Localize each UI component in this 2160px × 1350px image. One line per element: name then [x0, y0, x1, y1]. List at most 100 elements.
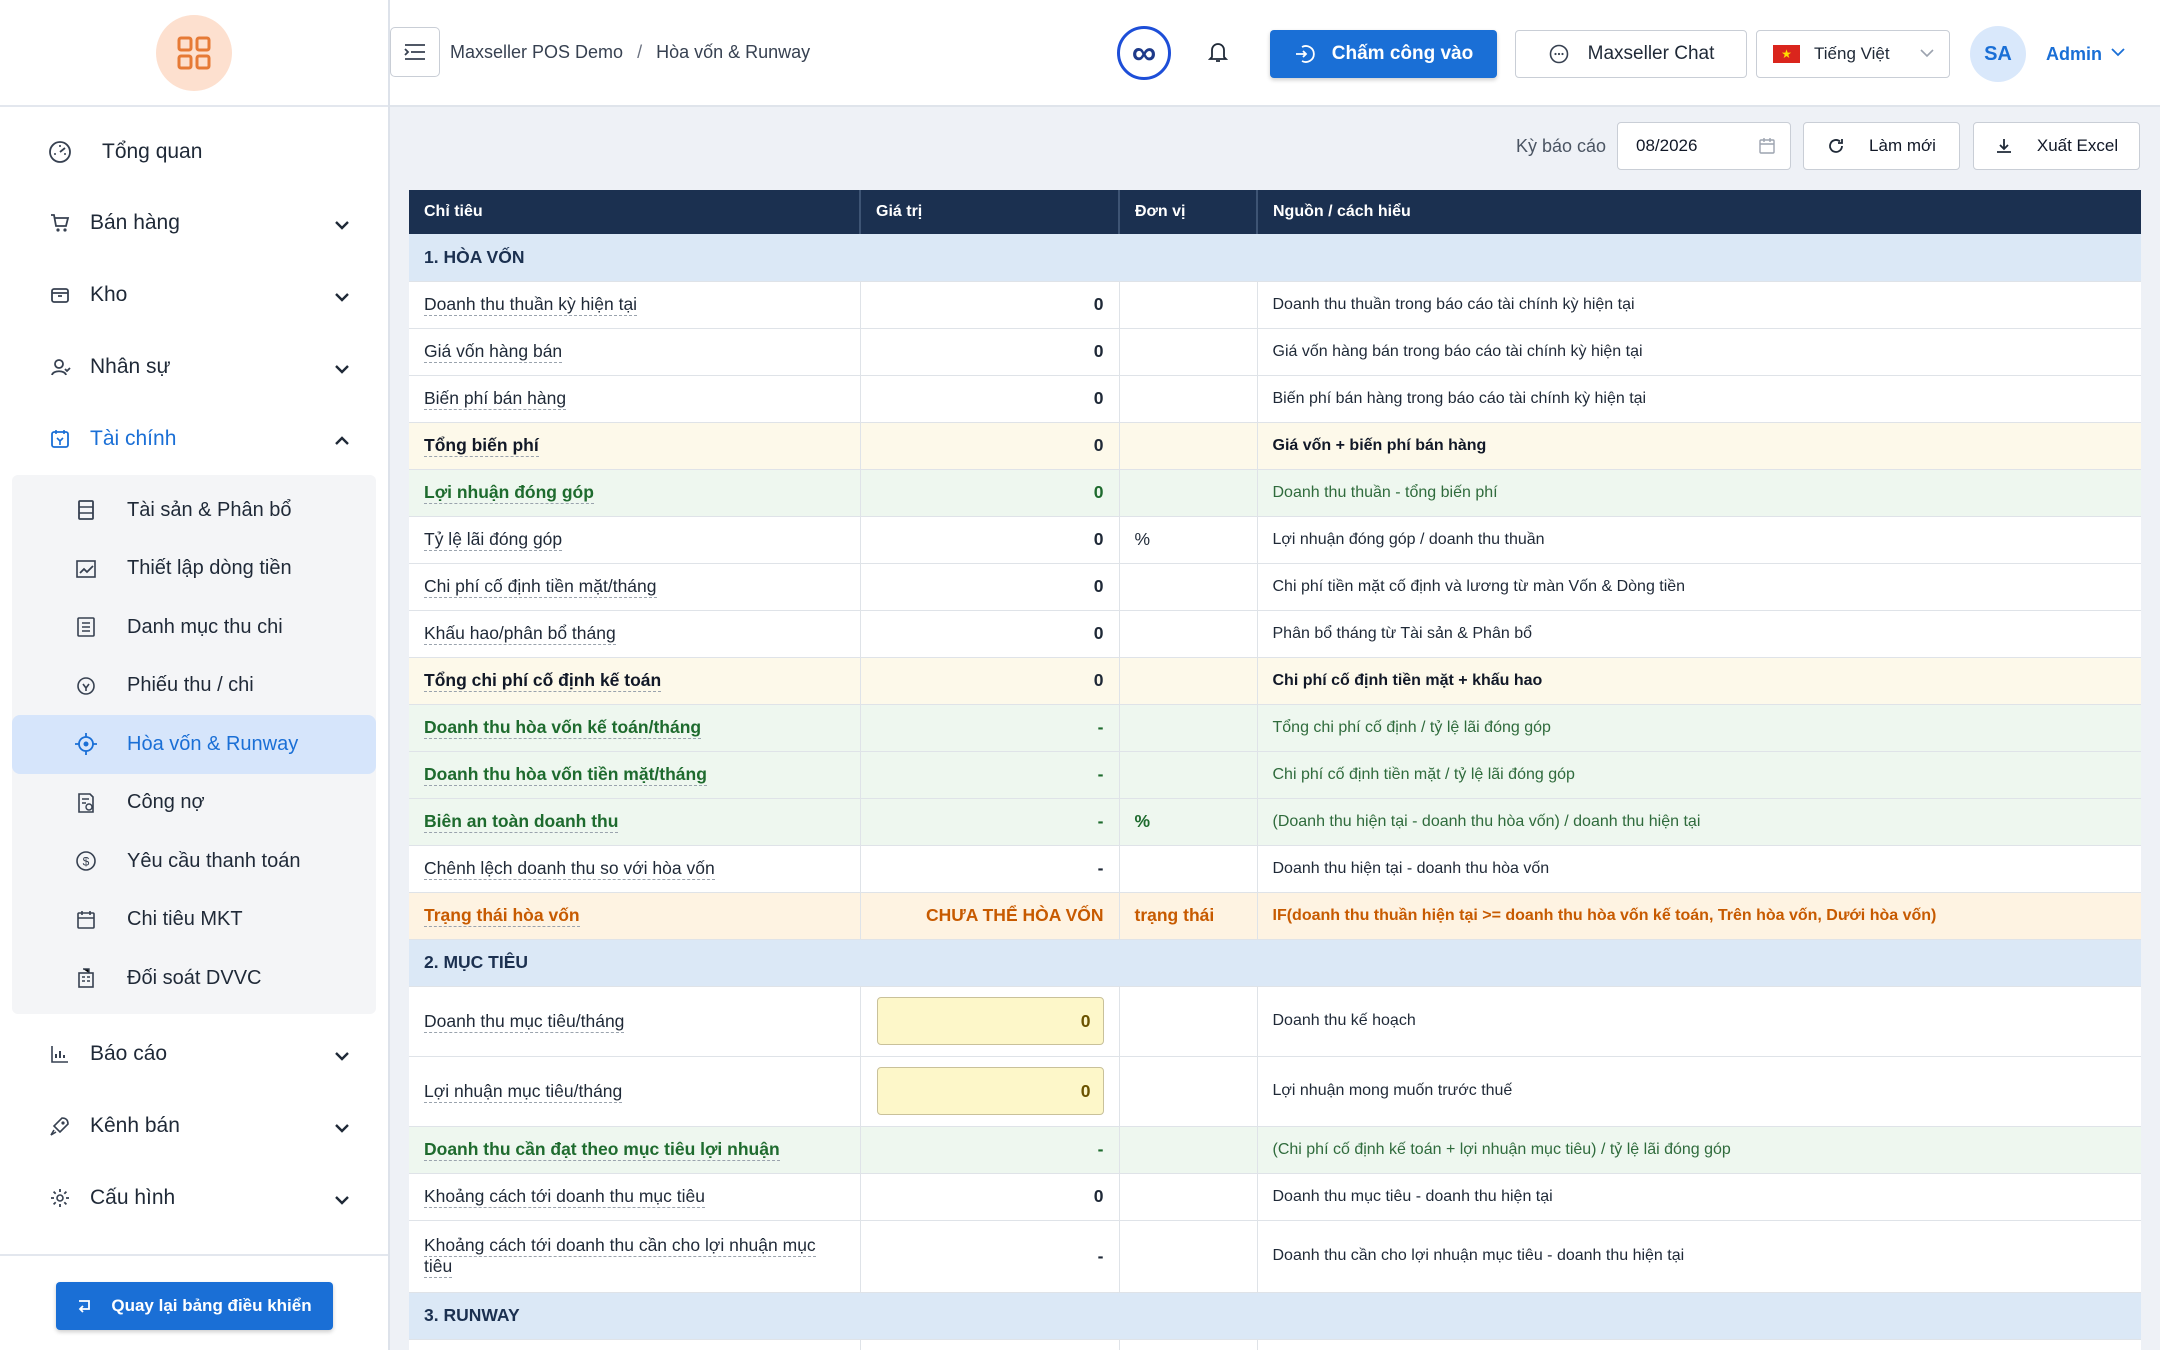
sidebar-item-categories[interactable]: Danh mục thu chi: [12, 598, 376, 657]
back-button-label: Quay lại bảng điều khiển: [111, 1296, 312, 1315]
metric-name[interactable]: Tổng chi phí cố định kế toán: [424, 670, 662, 692]
metric-name[interactable]: Khoảng cách tới doanh thu mục tiêu: [424, 1186, 705, 1208]
period-picker[interactable]: 08/2026: [1617, 122, 1791, 170]
metric-name[interactable]: Doanh thu hòa vốn tiền mặt/tháng: [424, 764, 707, 786]
metric-name[interactable]: Chi phí cố định tiền mặt/tháng: [424, 576, 657, 598]
sidebar-item-label: Tài chính: [90, 427, 177, 450]
breadcrumb-root[interactable]: Maxseller POS Demo: [450, 42, 623, 62]
export-excel-button[interactable]: Xuất Excel: [1973, 122, 2140, 170]
metric-unit: [1119, 375, 1258, 423]
metric-value-cell: -: [860, 845, 1120, 893]
user-menu[interactable]: Admin: [2046, 44, 2126, 65]
metric-value-cell: -: [860, 1220, 1120, 1293]
metric-name[interactable]: Lợi nhuận mục tiêu/tháng: [424, 1080, 623, 1103]
language-select[interactable]: ★ Tiếng Việt: [1756, 30, 1950, 78]
metric-name[interactable]: Doanh thu mục tiêu/tháng: [424, 1010, 625, 1033]
app-logo[interactable]: [156, 14, 232, 91]
chat-bubble-icon: [1548, 43, 1570, 65]
sidebar-item-vouchers[interactable]: Phiếu thu / chi: [12, 657, 376, 716]
metric-name[interactable]: Khoảng cách tới doanh thu cần cho lợi nh…: [424, 1235, 816, 1278]
infinity-logo-button[interactable]: ∞: [1117, 26, 1171, 80]
metric-source: Doanh thu thuần - tổng biến phí: [1257, 469, 2141, 517]
table-row: Khấu hao/phân bổ tháng 0 Phân bổ tháng từ …: [409, 610, 2141, 658]
bell-icon[interactable]: [1207, 40, 1229, 69]
metric-name-cell: Khoảng cách tới doanh thu cần cho lợi nh…: [409, 1220, 861, 1293]
sidebar-item-label: Đối soát DVVC: [127, 966, 262, 989]
period-value: 08/2026: [1636, 136, 1698, 155]
metric-name[interactable]: Lợi nhuận đóng góp: [424, 482, 594, 504]
sidebar-item-hr[interactable]: Nhân sự: [0, 331, 388, 403]
metric-name-cell: Doanh thu hòa vốn tiền mặt/tháng: [409, 751, 861, 799]
sidebar-item-mkt-spend[interactable]: Chi tiêu MKT: [12, 891, 376, 950]
metric-source: Phân bổ tháng từ Tài sản & Phân bổ: [1257, 610, 2141, 658]
metric-name[interactable]: Biên an toàn doanh thu: [424, 811, 619, 833]
sidebar-item-assets[interactable]: Tài sản & Phân bổ: [12, 481, 376, 540]
checkin-button[interactable]: Chấm công vào: [1270, 30, 1497, 78]
metric-name[interactable]: Chênh lệch doanh thu so với hòa vốn: [424, 858, 715, 880]
sidebar-item-payment-requests[interactable]: $ Yêu cầu thanh toán: [12, 832, 376, 891]
metric-unit: [1119, 1056, 1258, 1127]
sidebar-item-label: Bán hàng: [90, 211, 180, 234]
table-row: Khoảng cách tới doanh thu cần cho lợi nh…: [409, 1220, 2141, 1293]
metric-source: IF(doanh thu thuần hiện tại >= doanh thu…: [1257, 892, 2141, 940]
target-input[interactable]: 0: [876, 1067, 1104, 1115]
download-icon: [1995, 137, 2013, 155]
metric-name[interactable]: Trạng thái hòa vốn: [424, 905, 580, 927]
finance-submenu: Tài sản & Phân bổ Thiết lập dòng tiền Da…: [12, 475, 376, 1014]
metric-name[interactable]: Tỷ lệ lãi đóng góp: [424, 529, 563, 551]
metric-source: Giá vốn hàng bán trong báo cáo tài chính…: [1257, 328, 2141, 376]
table-row: Chênh lệch doanh thu so với hòa vốn - Doan…: [409, 845, 2141, 893]
sidebar-item-breakeven[interactable]: Hòa vốn & Runway: [12, 715, 376, 774]
sidebar-item-warehouse[interactable]: Kho: [0, 259, 388, 331]
metric-name-cell: Doanh thu thuần kỳ hiện tại: [409, 281, 861, 329]
sidebar-item-label: Tổng quan: [102, 140, 203, 163]
metric-name[interactable]: Khấu hao/phân bổ tháng: [424, 623, 616, 645]
menu-toggle-button[interactable]: [390, 27, 440, 77]
avatar[interactable]: SA: [1970, 26, 2026, 82]
currency-exchange-icon: [74, 674, 98, 698]
dollar-circle-icon: $: [74, 849, 98, 873]
chat-button[interactable]: Maxseller Chat: [1515, 30, 1747, 78]
metric-name[interactable]: Tổng biến phí: [424, 435, 539, 457]
grid-icon: [177, 36, 211, 69]
calendar-icon: [74, 908, 98, 932]
sidebar-item-config[interactable]: Cấu hình: [0, 1162, 388, 1234]
sidebar-item-carrier-reconcile[interactable]: Đối soát DVVC: [12, 949, 376, 1008]
sidebar-item-sales[interactable]: Bán hàng: [0, 187, 388, 259]
sidebar-item-channels[interactable]: Kênh bán: [0, 1090, 388, 1162]
table-row: Tiền hiện có0 Lấy từ số dư cuối kỳ của bá…: [409, 1339, 2141, 1350]
metric-name[interactable]: Giá vốn hàng bán: [424, 341, 563, 363]
logo-area: [0, 0, 388, 107]
sidebar-item-reports[interactable]: Báo cáo: [0, 1018, 388, 1090]
sidebar-item-cashflow-setup[interactable]: Thiết lập dòng tiền: [12, 540, 376, 599]
metric-name[interactable]: Doanh thu thuần kỳ hiện tại: [424, 294, 638, 316]
refresh-button[interactable]: Làm mới: [1803, 122, 1960, 170]
metric-name[interactable]: Biến phí bán hàng: [424, 388, 567, 410]
cart-icon: [48, 211, 72, 235]
target-input[interactable]: 0: [876, 997, 1104, 1045]
sidebar-item-debts[interactable]: Công nợ: [12, 774, 376, 833]
metric-unit: [1119, 610, 1258, 658]
table-row: Doanh thu cần đạt theo mục tiêu lợi nhuậ…: [409, 1126, 2141, 1174]
table-row: Trạng thái hòa vốn CHƯA THỂ HÒA VỐN trạng …: [409, 892, 2141, 940]
sidebar-item-finance[interactable]: Tài chính: [0, 403, 388, 475]
metric-name-cell: Tỷ lệ lãi đóng góp: [409, 516, 861, 564]
metric-unit: [1119, 845, 1258, 893]
metric-name[interactable]: Doanh thu cần đạt theo mục tiêu lợi nhuậ…: [424, 1139, 780, 1161]
metric-value-cell: 0: [860, 328, 1120, 376]
table-row: Tổng biến phí 0 Giá vốn + biến phí bán hàn…: [409, 422, 2141, 470]
metric-unit: [1119, 986, 1258, 1057]
metric-value-cell: 0: [860, 516, 1120, 564]
building-icon: [74, 966, 98, 990]
sidebar-item-label: Công nợ: [127, 791, 205, 814]
back-to-dashboard-button[interactable]: Quay lại bảng điều khiển: [56, 1282, 333, 1330]
metric-source: (Chi phí cố định kế toán + lợi nhuận mục…: [1257, 1126, 2141, 1174]
metric-source: Doanh thu thuần trong báo cáo tài chính …: [1257, 281, 2141, 329]
metric-name[interactable]: Doanh thu hòa vốn kế toán/tháng: [424, 717, 702, 739]
metric-name-cell: Doanh thu cần đạt theo mục tiêu lợi nhuậ…: [409, 1126, 861, 1174]
chevron-down-icon: [334, 213, 350, 237]
sidebar-item-overview[interactable]: Tổng quan: [0, 117, 388, 187]
user-icon: [48, 355, 72, 379]
metric-source: (Doanh thu hiện tại - doanh thu hòa vốn)…: [1257, 798, 2141, 846]
table-row: Lợi nhuận mục tiêu/tháng 0 Lợi nhuận mong …: [409, 1056, 2141, 1127]
